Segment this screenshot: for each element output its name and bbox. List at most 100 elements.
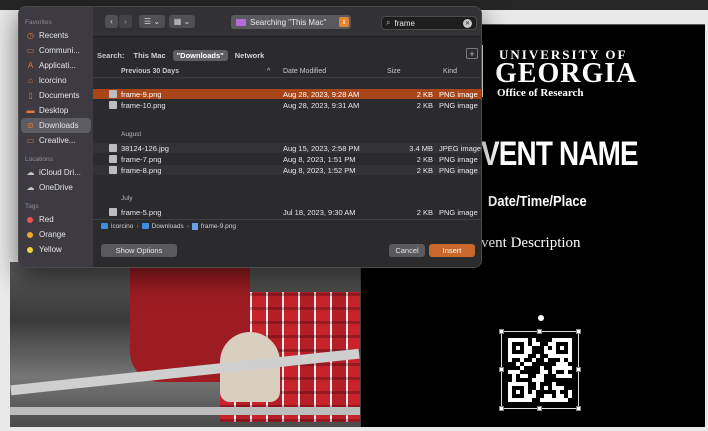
sidebar-item-label: Applicati... <box>39 61 76 70</box>
folder-icon: ▭ <box>26 136 35 145</box>
scope-this-mac[interactable]: This Mac <box>130 50 170 61</box>
sidebar-tag-orange[interactable]: Orange <box>21 227 91 242</box>
path-item-file[interactable]: frame-9.png <box>201 223 236 230</box>
tag-dot-icon <box>27 216 33 223</box>
sidebar-item-label: Creative... <box>39 136 76 145</box>
file-row[interactable]: frame-7.png Aug 8, 2023, 1:51 PM 2 KB PN… <box>93 154 481 164</box>
sidebar-section-locations: Locations <box>25 156 53 163</box>
open-file-dialog: Favorites ◷ Recents ▭ Communi... A Applicat… <box>18 6 482 268</box>
sidebar-item-communi[interactable]: ▭ Communi... <box>21 43 91 58</box>
search-scope-bar: Search: This Mac "Downloads" Network <box>97 49 271 61</box>
uga-office: Office of Research <box>497 87 584 99</box>
image-file-icon <box>109 101 117 109</box>
image-file-icon <box>109 166 117 174</box>
clear-icon[interactable]: ✕ <box>463 19 472 28</box>
file-name: frame-9.png <box>121 90 162 99</box>
file-name: frame-7.png <box>121 155 162 164</box>
path-item-downloads[interactable]: Downloads <box>152 223 184 230</box>
sidebar-item-label: Desktop <box>39 106 69 115</box>
file-row[interactable]: frame-9.png Aug 28, 2023, 9:28 AM 2 KB P… <box>93 89 481 99</box>
path-separator: › <box>186 222 189 230</box>
scope-network[interactable]: Network <box>231 50 269 61</box>
col-kind[interactable]: Kind <box>443 68 457 75</box>
file-row[interactable]: frame-10.png Aug 28, 2023, 9:31 AM 2 KB … <box>93 100 481 110</box>
event-datetime-text[interactable]: Date/Time/Place <box>488 193 587 210</box>
download-icon: ⊙ <box>27 121 34 130</box>
list-view-button[interactable]: ☰ ⌄ <box>139 15 165 28</box>
path-item-home[interactable]: lcorcino <box>111 223 133 230</box>
back-button[interactable]: ‹ <box>105 15 118 28</box>
tag-dot-icon <box>27 246 33 253</box>
sidebar-item-onedrive[interactable]: ☁ OneDrive <box>21 180 91 195</box>
add-criteria-button[interactable]: + <box>466 48 478 59</box>
grid-view-button[interactable]: ▦ ⌄ <box>169 15 195 28</box>
sidebar-item-label: Documents <box>39 91 80 100</box>
resize-handle-br[interactable] <box>576 406 581 411</box>
sort-indicator-icon: ^ <box>267 68 271 75</box>
poster-photo[interactable] <box>10 262 360 427</box>
cancel-button[interactable]: Cancel <box>389 244 425 257</box>
resize-handle-tl[interactable] <box>499 329 504 334</box>
sidebar-item-icloud[interactable]: ☁ iCloud Dri... <box>21 165 91 180</box>
qr-code-selection[interactable] <box>499 329 581 411</box>
search-field[interactable]: ⌕ ✕ <box>381 16 477 30</box>
search-input[interactable] <box>394 18 455 28</box>
sidebar-item-home[interactable]: ⌂ lcorcino <box>21 73 91 88</box>
file-row[interactable]: 38124-126.jpg Aug 15, 2023, 2:58 PM 3.4 … <box>93 143 482 153</box>
scope-downloads[interactable]: "Downloads" <box>172 49 228 61</box>
rotate-handle[interactable] <box>538 315 544 321</box>
insert-button[interactable]: Insert <box>429 244 475 257</box>
resize-handle-t[interactable] <box>537 329 542 334</box>
file-date: Aug 8, 2023, 1:51 PM <box>283 155 356 164</box>
file-kind: JPEG image <box>439 144 482 153</box>
sidebar-tag-red[interactable]: Red <box>21 212 91 227</box>
location-label: Searching "This Mac" <box>250 17 327 27</box>
qr-code-image <box>508 338 572 402</box>
dialog-sidebar: Favorites ◷ Recents ▭ Communi... A Applicat… <box>19 7 93 267</box>
dialog-main: ‹ › ☰ ⌄ ▦ ⌄ Searching "This Mac" ⇕ ⌕ ✕ S… <box>93 7 482 267</box>
sidebar-item-label: OneDrive <box>39 183 73 192</box>
file-size: 2 KB <box>416 155 433 164</box>
event-name-text[interactable]: VENT NAME <box>481 135 639 174</box>
folder-icon <box>141 223 149 229</box>
sidebar-item-applications[interactable]: A Applicati... <box>21 58 91 73</box>
image-file-icon <box>191 222 198 230</box>
image-file-icon <box>109 144 117 152</box>
sidebar-item-label: Communi... <box>39 46 80 55</box>
file-row[interactable]: frame-5.png Jul 18, 2023, 9:30 AM 2 KB P… <box>93 207 481 217</box>
file-row[interactable]: frame-8.png Aug 8, 2023, 1:52 PM 2 KB PN… <box>93 165 481 175</box>
file-size: 2 KB <box>416 101 433 110</box>
resize-handle-b[interactable] <box>537 406 542 411</box>
col-date[interactable]: Date Modified <box>283 68 326 75</box>
file-kind: PNG image <box>439 208 478 217</box>
resize-handle-bl[interactable] <box>499 406 504 411</box>
file-kind: PNG image <box>439 155 478 164</box>
file-size: 3.4 MB <box>409 144 433 153</box>
event-description-text[interactable]: vent Description <box>481 235 581 252</box>
column-header: Previous 30 Days ^ Date Modified Size Ki… <box>93 65 481 78</box>
sidebar-item-recents[interactable]: ◷ Recents <box>21 28 91 43</box>
path-separator: › <box>136 222 139 230</box>
file-size: 2 KB <box>416 90 433 99</box>
forward-button[interactable]: › <box>119 15 132 28</box>
file-date: Aug 28, 2023, 9:28 AM <box>283 90 360 99</box>
file-size: 2 KB <box>416 166 433 175</box>
sidebar-item-downloads[interactable]: ⊙ Downloads <box>21 118 91 133</box>
resize-handle-r[interactable] <box>576 367 581 372</box>
sidebar-item-label: Red <box>39 215 54 224</box>
sidebar-item-creative[interactable]: ▭ Creative... <box>21 133 91 148</box>
cloud-icon: ☁ <box>26 168 35 177</box>
sidebar-item-documents[interactable]: ▯ Documents <box>21 88 91 103</box>
sidebar-item-desktop[interactable]: ▬ Desktop <box>21 103 91 118</box>
col-name[interactable]: Previous 30 Days <box>121 68 179 75</box>
sidebar-tag-yellow[interactable]: Yellow <box>21 242 91 257</box>
col-size[interactable]: Size <box>387 68 401 75</box>
screen: UNIVERSITY OF GEORGIA Office of Research… <box>0 0 708 431</box>
resize-handle-l[interactable] <box>499 367 504 372</box>
file-date: Aug 8, 2023, 1:52 PM <box>283 166 356 175</box>
chevron-updown-icon: ⇕ <box>339 17 349 27</box>
resize-handle-tr[interactable] <box>576 329 581 334</box>
location-popup[interactable]: Searching "This Mac" ⇕ <box>231 15 351 29</box>
sidebar-item-label: Yellow <box>39 245 62 254</box>
show-options-button[interactable]: Show Options <box>101 244 177 257</box>
